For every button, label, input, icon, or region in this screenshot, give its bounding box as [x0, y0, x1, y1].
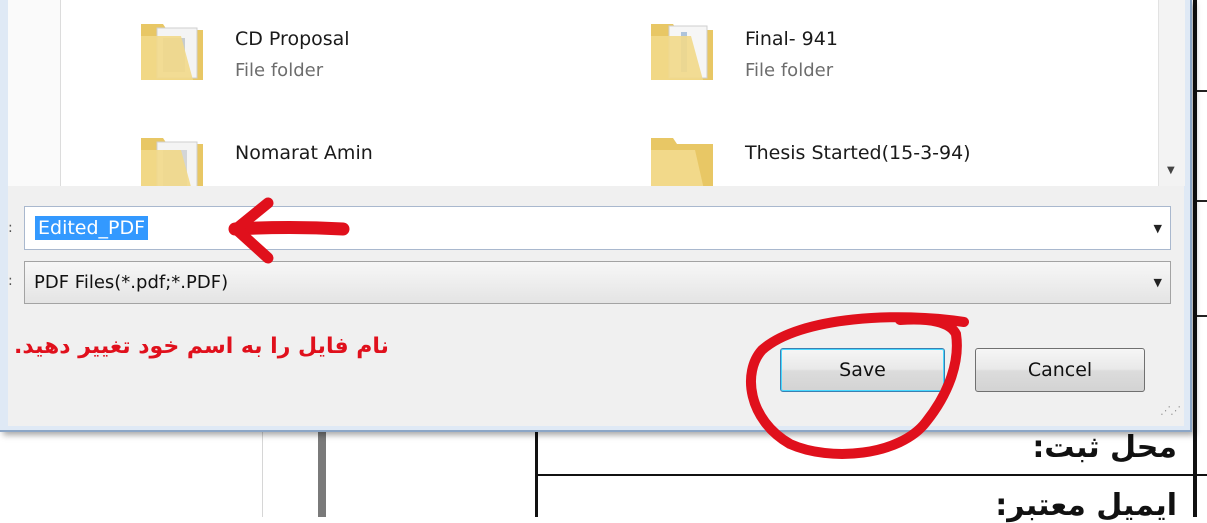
- list-item[interactable]: Thesis Started(15-3-94): [647, 128, 1127, 186]
- save-as-dialog: ▼ CD Proposal File folder Final- 941 Fil…: [0, 0, 1192, 432]
- folder-icon: [651, 138, 713, 186]
- resize-grip-icon[interactable]: ⋰⋰: [1160, 404, 1181, 417]
- folder-name: Nomarat Amin: [235, 142, 373, 164]
- filetype-label-fragment: :: [8, 273, 13, 289]
- folder-name: CD Proposal: [235, 28, 350, 50]
- list-item[interactable]: Nomarat Amin: [137, 128, 557, 186]
- chevron-down-icon[interactable]: ▼: [1154, 276, 1162, 289]
- filename-label-fragment: :: [8, 220, 13, 236]
- folder-name: Thesis Started(15-3-94): [745, 142, 971, 164]
- scroll-down-arrow-icon[interactable]: ▼: [1167, 165, 1175, 176]
- folder-icon: [141, 138, 203, 186]
- list-item[interactable]: CD Proposal File folder: [137, 14, 557, 84]
- folder-icon: [141, 24, 203, 80]
- list-item[interactable]: Final- 941 File folder: [647, 14, 1067, 84]
- file-list[interactable]: CD Proposal File folder Final- 941 File …: [60, 0, 1185, 186]
- document-gray-bar: [318, 425, 326, 517]
- cancel-button[interactable]: Cancel: [975, 348, 1145, 392]
- folder-type: File folder: [235, 60, 324, 81]
- document-divider: [262, 425, 263, 517]
- table-border-right: [1193, 0, 1197, 517]
- document-label-2: ایمیل معتبر:: [995, 488, 1177, 523]
- chevron-down-icon[interactable]: ▼: [1154, 222, 1162, 235]
- filetype-value: PDF Files(*.pdf;*.PDF): [34, 272, 229, 293]
- filetype-select[interactable]: PDF Files(*.pdf;*.PDF) ▼: [24, 261, 1171, 304]
- document-label-1: محل ثبت:: [1032, 430, 1177, 465]
- table-border-left: [535, 425, 538, 517]
- folder-icon: [651, 24, 713, 80]
- instruction-annotation: نام فایل را به اسم خود تغییر دهید.: [14, 334, 389, 359]
- navigation-pane[interactable]: [8, 0, 60, 186]
- save-button[interactable]: Save: [780, 348, 945, 392]
- folder-name: Final- 941: [745, 28, 838, 50]
- filename-input[interactable]: Edited_PDF: [35, 216, 149, 240]
- file-list-scrollbar[interactable]: ▼: [1158, 0, 1185, 186]
- table-border-row: [535, 474, 1207, 476]
- folder-type: File folder: [745, 60, 834, 81]
- filename-combobox[interactable]: Edited_PDF ▼: [24, 206, 1171, 250]
